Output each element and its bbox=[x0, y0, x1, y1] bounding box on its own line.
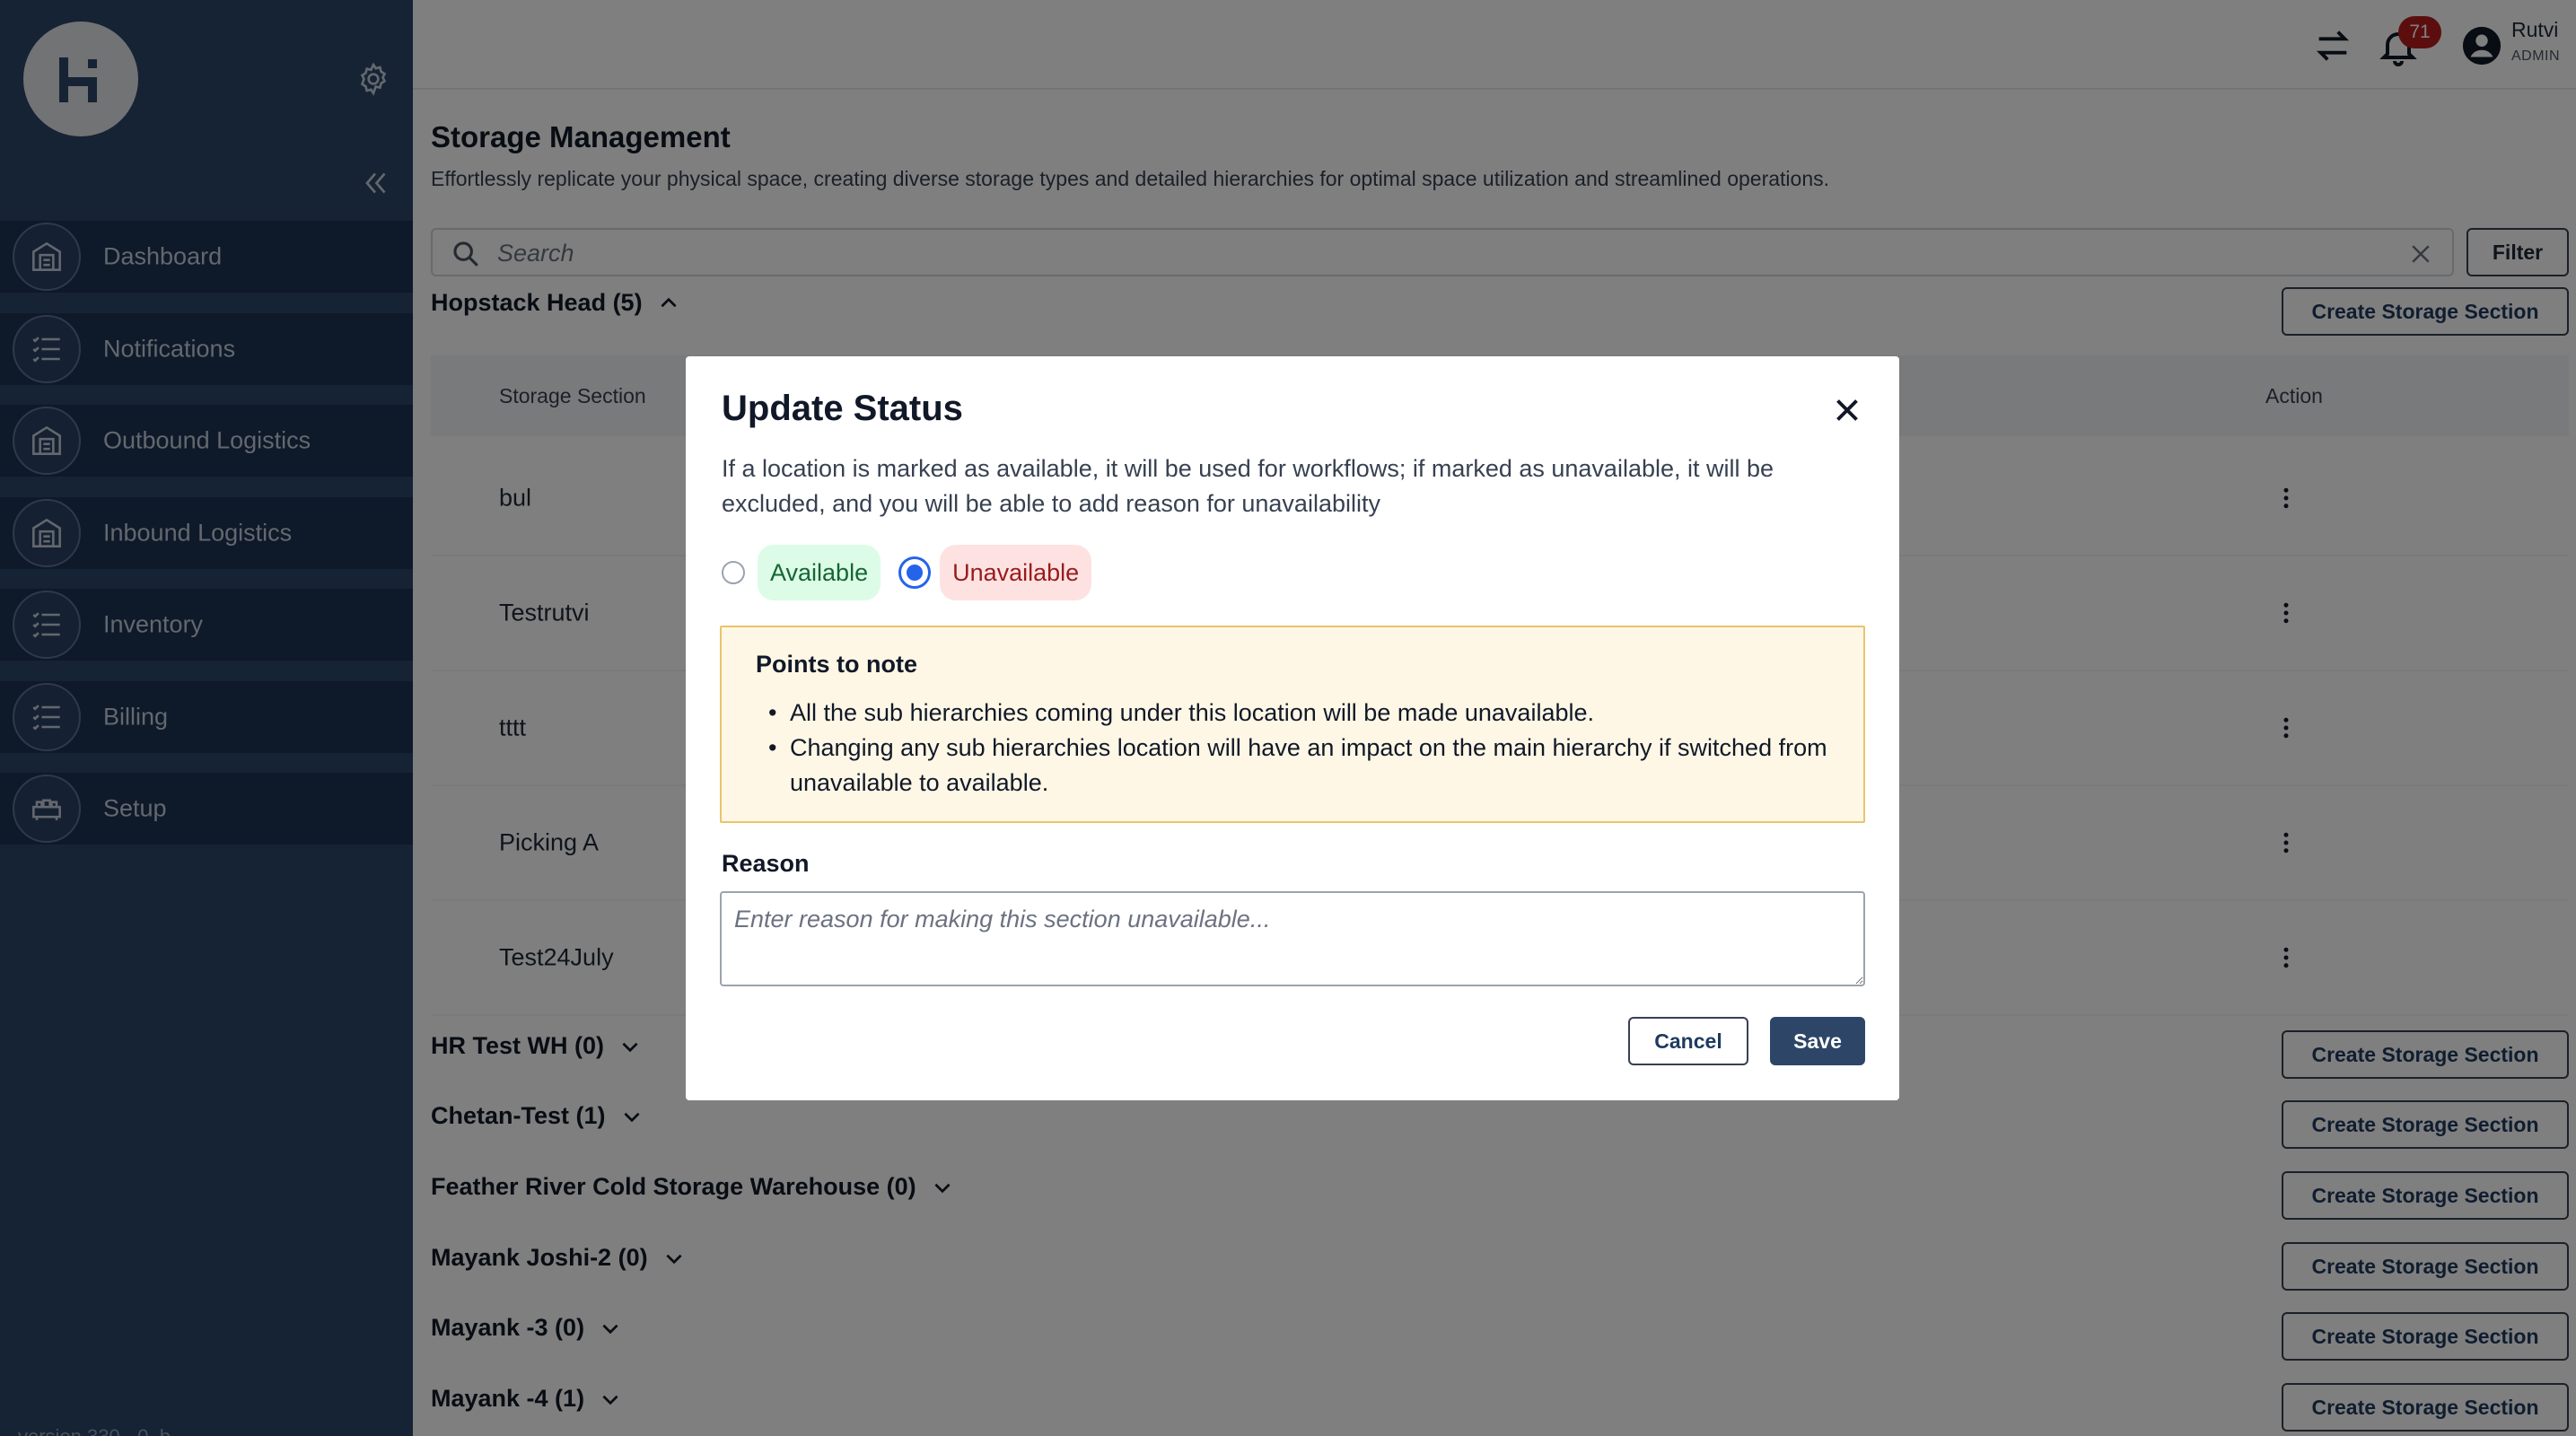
update-status-modal: Update Status If a location is marked as… bbox=[686, 356, 1899, 1100]
modal-description: If a location is marked as available, it… bbox=[722, 455, 1774, 517]
close-icon[interactable] bbox=[1831, 394, 1863, 426]
notes-title: Points to note bbox=[756, 651, 917, 678]
reason-label: Reason bbox=[722, 850, 810, 877]
note-item: All the sub hierarchies coming under thi… bbox=[768, 696, 1845, 731]
available-option-label[interactable]: Available bbox=[758, 545, 881, 600]
unavailable-option-label[interactable]: Unavailable bbox=[940, 545, 1092, 600]
points-to-note-box: Points to note All the sub hierarchies c… bbox=[720, 626, 1865, 823]
unavailable-radio[interactable] bbox=[898, 556, 932, 589]
save-button[interactable]: Save bbox=[1770, 1017, 1865, 1065]
notes-list: All the sub hierarchies coming under thi… bbox=[768, 696, 1845, 801]
modal-title: Update Status bbox=[722, 389, 963, 428]
available-radio[interactable] bbox=[722, 561, 745, 584]
status-radio-group: Available Unavailable bbox=[722, 545, 1092, 600]
reason-textarea[interactable] bbox=[720, 891, 1865, 986]
note-item: Changing any sub hierarchies location wi… bbox=[768, 731, 1845, 801]
cancel-button[interactable]: Cancel bbox=[1628, 1017, 1748, 1065]
